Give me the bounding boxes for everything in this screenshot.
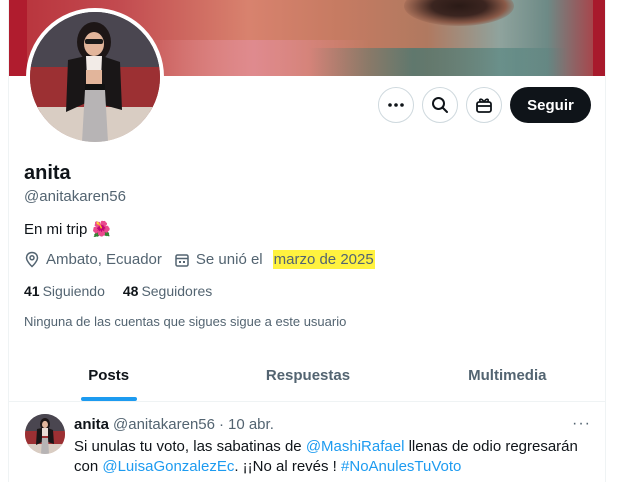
profile-name: anita [24, 162, 71, 184]
joined-item: Se unió el marzo de 2025 [174, 250, 375, 269]
search-icon [432, 97, 448, 113]
location-pin-icon [25, 251, 39, 268]
followers-link[interactable]: 48 Seguidores [123, 283, 212, 299]
profile-page: Seguir anita @anitakaren56 En mi trip 🌺 … [8, 0, 606, 482]
joined-date: marzo de 2025 [272, 250, 375, 269]
location-item: Ambato, Ecuador [24, 251, 162, 268]
tab-label: Multimedia [468, 367, 547, 384]
more-options-button[interactable] [378, 87, 414, 123]
tab-label: Respuestas [265, 367, 351, 384]
tab-posts[interactable]: Posts [9, 350, 208, 401]
mention-link[interactable]: @MashiRafael [306, 438, 405, 455]
hashtag-link[interactable]: #NoAnulesTuVoto [341, 458, 461, 475]
mention-link[interactable]: @LuisaGonzalezEc [102, 458, 234, 475]
calendar-icon [175, 253, 189, 267]
hibiscus-emoji: 🌺 [92, 221, 112, 238]
tweet-author[interactable]: anita [74, 416, 109, 433]
follow-button[interactable]: Seguir [510, 87, 591, 123]
tweet-avatar[interactable] [25, 414, 65, 454]
profile-meta: Ambato, Ecuador Se unió el marzo de 2025 [24, 250, 387, 269]
mutual-followers-notice: Ninguna de las cuentas que sigues sigue … [24, 314, 347, 329]
joined-prefix: Se unió el [195, 251, 263, 268]
location-text: Ambato, Ecuador [46, 251, 162, 268]
search-button[interactable] [422, 87, 458, 123]
active-tab-indicator [80, 397, 137, 401]
followers-label: Seguidores [141, 283, 213, 299]
gift-icon [476, 98, 492, 113]
followers-count: 48 [122, 283, 139, 299]
tab-replies[interactable]: Respuestas [208, 350, 407, 401]
tweet-separator: · [218, 416, 224, 433]
following-count: 41 [24, 283, 40, 299]
tab-media[interactable]: Multimedia [408, 350, 605, 401]
more-icon [388, 103, 404, 107]
tweet-text: Si unulas tu voto, las sabatinas de @Mas… [74, 437, 594, 477]
profile-bio: En mi trip 🌺 [24, 220, 112, 239]
following-link[interactable]: 41 Siguiendo [24, 283, 105, 299]
profile-avatar[interactable] [26, 8, 164, 146]
tweet-header: anita @anitakaren56 · 10 abr. [74, 416, 274, 433]
tweet-date[interactable]: 10 abr. [228, 416, 274, 433]
tweet[interactable]: anita @anitakaren56 · 10 abr. ··· Si unu… [9, 403, 605, 482]
tweet-text-part: . ¡¡No al revés ! [234, 458, 342, 475]
tweet-text-part: Si unulas tu voto, las sabatinas de [74, 438, 306, 455]
profile-handle: @anitakaren56 [24, 188, 126, 205]
gift-button[interactable] [466, 87, 502, 123]
following-label: Siguiendo [42, 283, 105, 299]
tab-label: Posts [88, 367, 130, 384]
bio-text: En mi trip [24, 220, 88, 238]
follow-stats: 41 Siguiendo 48 Seguidores [24, 283, 212, 299]
tweet-handle[interactable]: @anitakaren56 [113, 416, 215, 433]
tweet-more-button[interactable]: ··· [572, 415, 591, 433]
profile-tabs: Posts Respuestas Multimedia [9, 350, 605, 402]
